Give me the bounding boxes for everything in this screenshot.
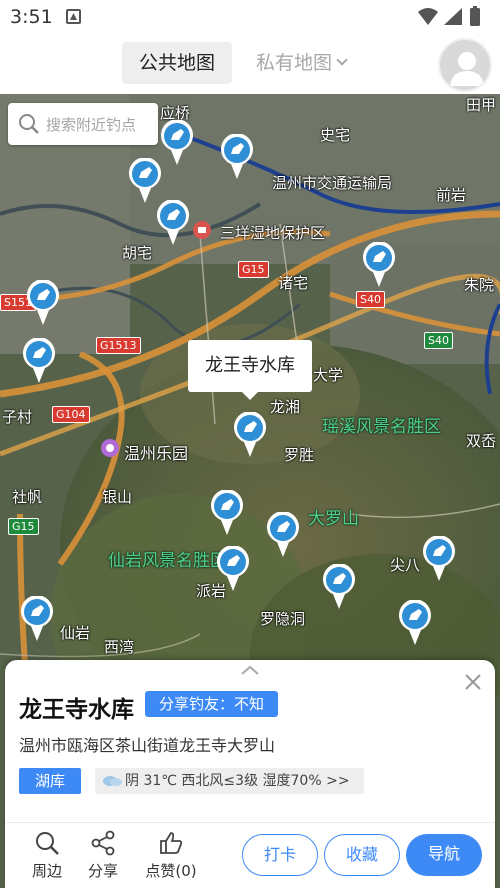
- map-label-shuangwu: 双岙: [466, 432, 497, 450]
- map-label-daxue: 大学: [313, 366, 344, 384]
- fishing-spot-pin[interactable]: [322, 564, 356, 610]
- nearby-button[interactable]: 周边: [27, 830, 67, 881]
- road-shield-g15: G15: [238, 261, 269, 278]
- navigate-button[interactable]: 导航: [406, 834, 482, 876]
- map-label-luoyindong: 罗隐洞: [260, 610, 306, 628]
- fishing-spot-pin[interactable]: [22, 338, 56, 384]
- map-label-luosheng: 罗胜: [284, 446, 315, 464]
- map-label-leyuan: 温州乐园: [124, 444, 189, 463]
- spot-callout[interactable]: 龙王寺水库: [188, 340, 312, 400]
- map-label-qianyan: 前岩: [436, 186, 467, 204]
- map-label-huzhai: 胡宅: [122, 244, 153, 262]
- search-icon: [19, 114, 39, 134]
- divider: [5, 822, 495, 823]
- checkin-button[interactable]: 打卡: [242, 834, 318, 876]
- fishing-spot-pin[interactable]: [156, 200, 190, 246]
- status-icons: [418, 6, 480, 26]
- map-label-xianyan-scenic: 仙岩风景名胜区: [108, 551, 227, 571]
- like-label: 点赞(0): [145, 862, 197, 880]
- search-icon: [36, 832, 59, 855]
- map-label-shefan: 社帆: [12, 488, 43, 506]
- road-shield-g15-b: G15: [8, 518, 39, 535]
- map-label-xianyan: 仙岩: [60, 624, 91, 642]
- map-label-xiwan: 西湾: [104, 638, 135, 656]
- fishing-spot-pin[interactable]: [220, 134, 254, 180]
- spot-name: 龙王寺水库: [19, 697, 134, 723]
- battery-icon: [470, 8, 480, 26]
- nearby-label: 周边: [31, 862, 62, 880]
- fishing-spot-pin-selected[interactable]: [233, 412, 267, 458]
- share-button[interactable]: 分享: [83, 830, 123, 881]
- cloud-icon: [103, 776, 122, 786]
- fishing-spot-pin[interactable]: [398, 600, 432, 646]
- wifi-icon: [418, 8, 438, 25]
- fishing-spot-pin[interactable]: [210, 490, 244, 536]
- tab-private-label: 私有地图: [256, 52, 333, 74]
- search-placeholder: 搜索附近钓点: [46, 116, 137, 134]
- weather-text: 阴 31℃ 西北风≤3级 湿度70% >>: [125, 773, 350, 789]
- close-icon[interactable]: [463, 672, 483, 692]
- share-label: 分享: [87, 862, 118, 880]
- road-shield-g104: G104: [52, 406, 90, 423]
- avatar[interactable]: [438, 38, 492, 92]
- favorite-button[interactable]: 收藏: [324, 834, 400, 876]
- map-label-sanyang: 三垟湿地保护区: [220, 224, 326, 242]
- road-shield-g1513: G1513: [96, 337, 141, 354]
- map-label-tianjia: 田甲: [466, 96, 497, 114]
- map-label-jianba: 尖八: [390, 556, 421, 574]
- signal-icon: [444, 8, 462, 25]
- chevron-up-icon[interactable]: [240, 664, 260, 676]
- map-label-daluoshan: 大罗山: [308, 509, 359, 529]
- thumbs-up-icon: [160, 832, 183, 854]
- user-icon: [450, 52, 484, 86]
- tab-private-map[interactable]: 私有地图: [256, 42, 366, 84]
- nature-reserve-poi-icon: [193, 221, 211, 239]
- map-label-transport-bureau: 温州市交通运输局: [272, 174, 393, 192]
- amusement-park-poi-icon: [101, 439, 119, 457]
- top-bar: 公共地图 私有地图: [0, 34, 500, 94]
- fishing-spot-pin[interactable]: [422, 536, 456, 582]
- map-label-longxiang: 龙湘: [270, 398, 301, 416]
- map-label-shizhai: 史宅: [320, 126, 351, 144]
- fishing-spot-pin[interactable]: [20, 596, 54, 642]
- notification-icon: [66, 9, 81, 24]
- road-shield-s40: S40: [356, 291, 385, 308]
- status-time: 3:51: [10, 6, 53, 28]
- share-icon: [91, 830, 115, 856]
- map-label-zhuzhai: 诸宅: [278, 274, 309, 292]
- road-shield-s40-b: S40: [424, 332, 453, 349]
- spot-type-tag: 湖库: [19, 768, 81, 794]
- search-input[interactable]: 搜索附近钓点: [8, 103, 158, 145]
- fishing-spot-pin[interactable]: [160, 120, 194, 166]
- map-label-zhuyuan: 朱院: [464, 276, 495, 294]
- status-bar: 3:51: [0, 0, 500, 34]
- tab-public-map[interactable]: 公共地图: [122, 42, 232, 84]
- chevron-down-icon: [336, 54, 348, 66]
- spot-info-card: 龙王寺水库 分享钓友：不知 温州市瓯海区茶山街道龙王寺大罗山 湖库 阴 31℃ …: [5, 660, 495, 888]
- like-button[interactable]: 点赞(0): [139, 830, 203, 881]
- fishing-spot-pin[interactable]: [128, 158, 162, 204]
- fishing-spot-pin[interactable]: [362, 242, 396, 288]
- weather-info[interactable]: 阴 31℃ 西北风≤3级 湿度70% >>: [95, 768, 364, 794]
- fishing-spot-pin[interactable]: [26, 280, 60, 326]
- map-label-yinshan: 银山: [102, 488, 133, 506]
- map-label-ziqi: 子村: [2, 408, 33, 426]
- share-badge: 分享钓友：不知: [145, 691, 279, 717]
- fishing-spot-pin[interactable]: [216, 546, 250, 592]
- map-label-yaoxi: 瑶溪风景名胜区: [322, 417, 441, 437]
- fishing-spot-pin[interactable]: [266, 512, 300, 558]
- spot-address: 温州市瓯海区茶山街道龙王寺大罗山: [19, 736, 276, 755]
